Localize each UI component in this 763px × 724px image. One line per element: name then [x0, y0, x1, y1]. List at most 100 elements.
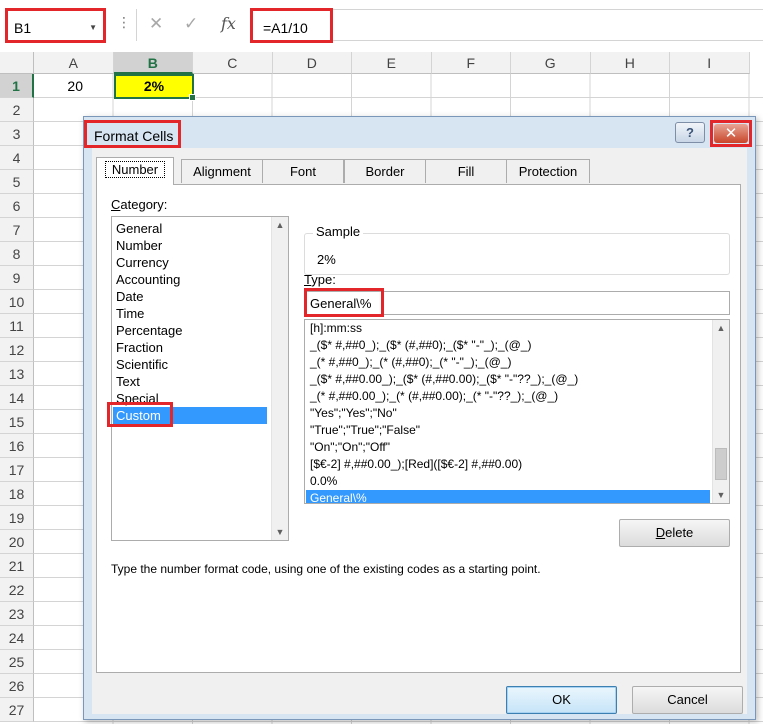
row-header-23[interactable]: 23: [0, 602, 34, 626]
type-list-item[interactable]: 0.0%: [306, 473, 710, 490]
formula-bar-grip-icon[interactable]: ⋮: [117, 14, 131, 31]
dialog-body: Number Alignment Font Border Fill Protection …: [92, 148, 747, 714]
type-list-item[interactable]: _(* #,##0_);_(* (#,##0);_(* "-"_);_(@_): [306, 354, 710, 371]
row-header-22[interactable]: 22: [0, 578, 34, 602]
row-header-7[interactable]: 7: [0, 218, 34, 242]
row-header-18[interactable]: 18: [0, 482, 34, 506]
close-button[interactable]: ✕: [714, 124, 748, 143]
cancel-button[interactable]: Cancel: [632, 686, 743, 714]
category-item-scientific[interactable]: Scientific: [113, 356, 267, 373]
tab-font[interactable]: Font: [262, 159, 344, 183]
category-item-date[interactable]: Date: [113, 288, 267, 305]
category-scrollbar[interactable]: ▲ ▼: [271, 217, 288, 540]
category-item-fraction[interactable]: Fraction: [113, 339, 267, 356]
category-item-percentage[interactable]: Percentage: [113, 322, 267, 339]
category-item-text[interactable]: Text: [113, 373, 267, 390]
type-list-item[interactable]: _(* #,##0.00_);_(* (#,##0.00);_(* "-"??_…: [306, 388, 710, 405]
help-button[interactable]: ?: [675, 122, 705, 143]
row-header-10[interactable]: 10: [0, 290, 34, 314]
dialog-title-highlight: Format Cells: [84, 120, 181, 148]
category-item-number[interactable]: Number: [113, 237, 267, 254]
column-header-e[interactable]: E: [352, 52, 432, 74]
column-header-d[interactable]: D: [272, 52, 352, 74]
type-list-item[interactable]: "Yes";"Yes";"No": [306, 405, 710, 422]
row-header-4[interactable]: 4: [0, 146, 34, 170]
custom-category-highlight: [107, 402, 173, 427]
row-header-3[interactable]: 3: [0, 122, 34, 146]
column-header-b[interactable]: B: [113, 52, 193, 74]
type-list-item[interactable]: "True";"True";"False": [306, 422, 710, 439]
tab-label: Border: [365, 164, 405, 179]
formula-input-highlight[interactable]: =A1/10: [250, 8, 333, 43]
row-header-1[interactable]: 1: [0, 74, 34, 98]
ok-button[interactable]: OK: [506, 686, 617, 714]
row-header-19[interactable]: 19: [0, 506, 34, 530]
formula-input-field[interactable]: [330, 9, 763, 41]
tab-label: Protection: [518, 164, 578, 179]
tab-fill[interactable]: Fill: [425, 159, 507, 183]
row-header-9[interactable]: 9: [0, 266, 34, 290]
cell-b1[interactable]: 2%: [114, 74, 196, 101]
row-header-8[interactable]: 8: [0, 242, 34, 266]
cancel-entry-icon[interactable]: ✕: [149, 14, 163, 34]
category-list[interactable]: General Number Currency Accounting Date Time P…: [107, 216, 289, 541]
row-header-5[interactable]: 5: [0, 170, 34, 194]
row-header-17[interactable]: 17: [0, 458, 34, 482]
row-header-13[interactable]: 13: [0, 362, 34, 386]
type-label: Type:: [304, 272, 336, 287]
type-list-item[interactable]: _($* #,##0_);_($* (#,##0);_($* "-"_);_(@…: [306, 337, 710, 354]
confirm-entry-icon[interactable]: ✓: [184, 14, 198, 34]
row-header-16[interactable]: 16: [0, 434, 34, 458]
scroll-thumb[interactable]: [715, 448, 727, 480]
column-header-i[interactable]: I: [670, 52, 750, 74]
name-box-dropdown-icon[interactable]: ▼: [89, 23, 97, 32]
category-item-general[interactable]: General: [113, 220, 267, 237]
type-input-highlight: [304, 288, 384, 317]
type-list-item[interactable]: _($* #,##0.00_);_($* (#,##0.00);_($* "-"…: [306, 371, 710, 388]
column-header-h[interactable]: H: [590, 52, 670, 74]
column-header-a[interactable]: A: [34, 52, 114, 74]
scroll-down-icon[interactable]: ▼: [272, 524, 288, 540]
tab-label: Number: [104, 161, 166, 178]
tab-border[interactable]: Border: [344, 159, 426, 183]
format-cells-dialog: Format Cells ? ✕ Number Alignment Font Bord…: [83, 116, 756, 720]
type-list-item[interactable]: General\%: [306, 490, 710, 503]
select-all-corner[interactable]: [0, 52, 34, 74]
type-list-item[interactable]: [h]:mm:ss: [306, 320, 710, 337]
row-header-25[interactable]: 25: [0, 650, 34, 674]
row-header-15[interactable]: 15: [0, 410, 34, 434]
column-header-f[interactable]: F: [431, 52, 511, 74]
row-header-20[interactable]: 20: [0, 530, 34, 554]
column-header-c[interactable]: C: [193, 52, 273, 74]
column-header-g[interactable]: G: [511, 52, 591, 74]
tab-alignment[interactable]: Alignment: [181, 159, 263, 183]
row-header-24[interactable]: 24: [0, 626, 34, 650]
dialog-title-bar[interactable]: Format Cells ? ✕: [84, 117, 755, 148]
row-header-2[interactable]: 2: [0, 98, 34, 122]
row-header-6[interactable]: 6: [0, 194, 34, 218]
tab-protection[interactable]: Protection: [506, 159, 590, 183]
category-item-currency[interactable]: Currency: [113, 254, 267, 271]
category-item-accounting[interactable]: Accounting: [113, 271, 267, 288]
row-header-26[interactable]: 26: [0, 674, 34, 698]
delete-button[interactable]: Delete: [619, 519, 730, 547]
category-label: Category:: [111, 197, 168, 212]
insert-function-icon[interactable]: fx: [221, 14, 236, 33]
type-list[interactable]: [h]:mm:ss _($* #,##0_);_($* (#,##0);_($* …: [304, 319, 730, 504]
row-header-27[interactable]: 27: [0, 698, 34, 722]
name-box[interactable]: B1 ▼: [5, 8, 106, 43]
row-header-14[interactable]: 14: [0, 386, 34, 410]
tab-number[interactable]: Number: [96, 157, 174, 185]
scroll-down-icon[interactable]: ▼: [713, 487, 729, 503]
category-item-time[interactable]: Time: [113, 305, 267, 322]
type-list-item[interactable]: "On";"On";"Off": [306, 439, 710, 456]
type-list-scrollbar[interactable]: ▲ ▼: [712, 320, 729, 503]
cell-a1[interactable]: 20: [34, 74, 113, 98]
row-header-12[interactable]: 12: [0, 338, 34, 362]
row-header-11[interactable]: 11: [0, 314, 34, 338]
scroll-up-icon[interactable]: ▲: [713, 320, 729, 336]
type-list-item[interactable]: [$€-2] #,##0.00_);[Red]([$€-2] #,##0.00): [306, 456, 710, 473]
row-header-21[interactable]: 21: [0, 554, 34, 578]
close-button-highlight: ✕: [710, 120, 752, 147]
scroll-up-icon[interactable]: ▲: [272, 217, 288, 233]
